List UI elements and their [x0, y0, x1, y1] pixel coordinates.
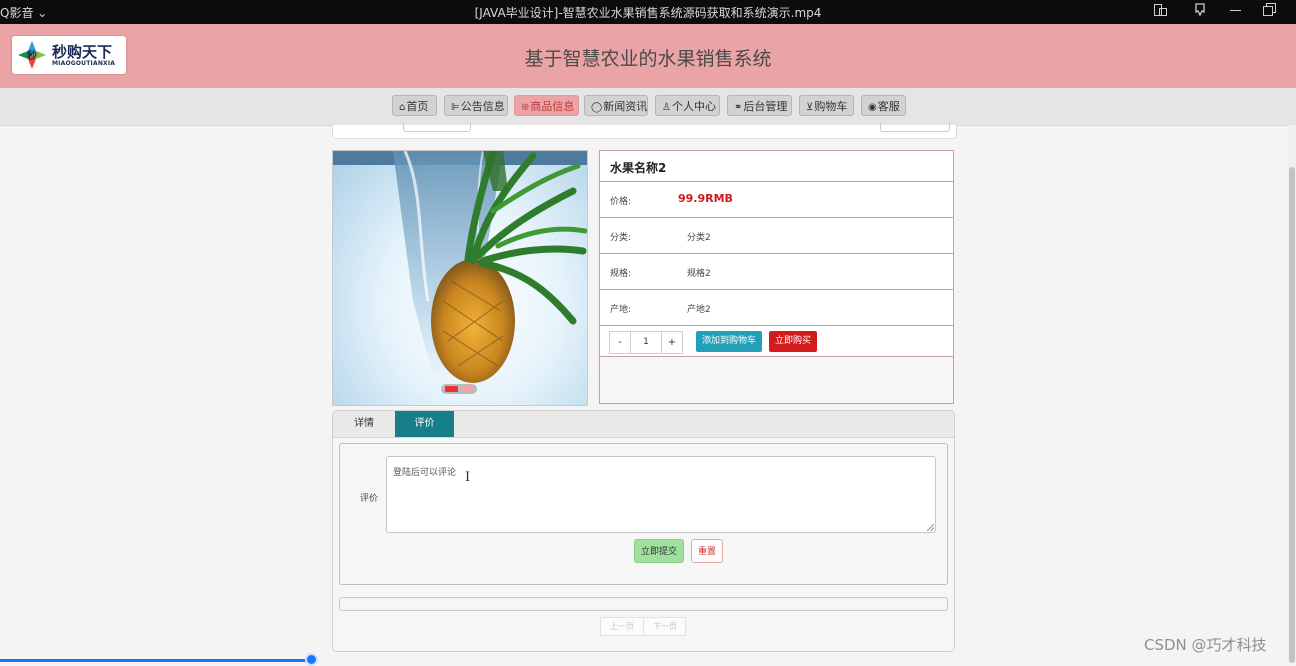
nav-products[interactable]: ⊛商品信息 — [514, 95, 579, 116]
add-to-cart-button[interactable]: 添加到购物车 — [696, 331, 762, 352]
main-nav: ⌂首页 ⊫公告信息 ⊛商品信息 ◯新闻资讯 ♙个人中心 ⚭后台管理 ⊻购物车 ◉… — [0, 88, 1296, 126]
megaphone-icon: ⊫ — [451, 102, 460, 113]
gift-icon: ⊛ — [521, 102, 530, 113]
origin-row: 产地: 产地2 — [600, 290, 953, 326]
origin-label: 产地: — [610, 305, 632, 315]
pin-icon[interactable] — [1192, 2, 1208, 18]
category-row: 分类: 分类2 — [600, 218, 953, 254]
pager-divider — [643, 618, 644, 635]
watermark: CSDN @巧才科技 — [1144, 636, 1267, 654]
detail-review-tabs: 详情 评价 评价 登陆后可以评论 I 立即提交 重置 上一页 下一页 — [332, 410, 955, 652]
submit-review-button[interactable]: 立即提交 — [634, 539, 684, 563]
carousel-dot[interactable] — [461, 386, 474, 392]
quantity-stepper: - 1 + — [609, 331, 683, 354]
pagination: 上一页 下一页 — [600, 617, 686, 636]
text-cursor-icon: I — [465, 470, 471, 485]
minimize-icon[interactable] — [1228, 2, 1244, 18]
product-info-panel: 水果名称2 价格: 99.9RMB 分类: 分类2 规格: 规格2 产地: 产地… — [599, 150, 954, 404]
nav-label: 客服 — [877, 100, 900, 113]
qty-increase-button[interactable]: + — [661, 332, 682, 353]
nav-cart[interactable]: ⊻购物车 — [799, 95, 854, 116]
player-title-bar: Q影音 ⌄ [JAVA毕业设计]-智慧农业水果销售系统源码获取和系统演示.mp4 — [0, 0, 1296, 24]
nav-support[interactable]: ◉客服 — [861, 95, 906, 116]
review-textarea[interactable]: 登陆后可以评论 I — [386, 456, 936, 533]
carousel-dot-active[interactable] — [445, 386, 458, 392]
nav-admin[interactable]: ⚭后台管理 — [727, 95, 792, 116]
product-image — [333, 151, 587, 383]
link-icon: ⚭ — [734, 102, 743, 113]
nav-label: 公告信息 — [460, 100, 505, 113]
spec-value: 规格2 — [687, 269, 711, 279]
qty-input[interactable]: 1 — [631, 332, 661, 353]
home-icon: ⌂ — [399, 102, 406, 113]
nav-label: 后台管理 — [743, 100, 788, 113]
cart-icon: ⊻ — [806, 102, 814, 113]
review-placeholder: 登陆后可以评论 — [393, 468, 457, 478]
site-title: 基于智慧农业的水果销售系统 — [524, 48, 772, 70]
category-label: 分类: — [610, 233, 632, 243]
search-strip — [332, 123, 957, 139]
tab-detail[interactable]: 详情 — [333, 411, 395, 437]
nav-label: 首页 — [406, 100, 429, 113]
chat-icon: ◯ — [591, 102, 603, 113]
nav-announcements[interactable]: ⊫公告信息 — [444, 95, 508, 116]
product-image-carousel[interactable] — [332, 150, 588, 406]
search-select[interactable] — [880, 123, 950, 132]
next-page-button[interactable]: 下一页 — [653, 621, 677, 632]
search-input[interactable] — [403, 123, 471, 132]
resize-handle-icon[interactable] — [927, 524, 934, 531]
nav-label: 商品信息 — [530, 100, 575, 113]
product-name: 水果名称2 — [610, 161, 667, 175]
product-name-row: 水果名称2 — [600, 151, 953, 182]
support-icon: ◉ — [868, 102, 877, 113]
buy-now-button[interactable]: 立即购买 — [769, 331, 817, 352]
purchase-row: - 1 + 添加到购物车 立即购买 — [600, 326, 953, 357]
nav-profile[interactable]: ♙个人中心 — [655, 95, 720, 116]
review-label: 评价 — [360, 494, 379, 504]
nav-label: 购物车 — [814, 100, 848, 113]
tab-review[interactable]: 评价 — [395, 411, 454, 437]
player-file-title: [JAVA毕业设计]-智慧农业水果销售系统源码获取和系统演示.mp4 — [474, 6, 822, 20]
review-form: 评价 登陆后可以评论 I 立即提交 重置 — [339, 443, 948, 585]
nav-home[interactable]: ⌂首页 — [392, 95, 437, 116]
price-label: 价格: — [610, 197, 632, 207]
video-progress-knob[interactable] — [305, 653, 318, 666]
nav-label: 新闻资讯 — [603, 100, 648, 113]
price-value: 99.9RMB — [678, 192, 733, 205]
nav-news[interactable]: ◯新闻资讯 — [584, 95, 648, 116]
comments-list — [339, 597, 948, 611]
miniplayer-icon[interactable] — [1152, 2, 1168, 18]
page-scrollbar-thumb[interactable] — [1289, 167, 1295, 663]
video-progress-bar[interactable] — [0, 659, 311, 662]
origin-value: 产地2 — [687, 305, 711, 315]
tab-bar: 详情 评价 — [333, 411, 954, 438]
prev-page-button[interactable]: 上一页 — [610, 621, 634, 632]
spec-row: 规格: 规格2 — [600, 254, 953, 290]
price-row: 价格: 99.9RMB — [600, 182, 953, 218]
qty-decrease-button[interactable]: - — [610, 332, 631, 353]
restore-icon[interactable] — [1262, 2, 1278, 18]
nav-label: 个人中心 — [671, 100, 716, 113]
reset-button[interactable]: 重置 — [691, 539, 723, 563]
carousel-indicator — [441, 384, 477, 394]
site-header: 秒 秒购天下 MIAOGOUTIANXIA 基于智慧农业的水果销售系统 — [0, 24, 1296, 88]
spec-label: 规格: — [610, 269, 632, 279]
user-icon: ♙ — [662, 102, 671, 113]
category-value: 分类2 — [687, 233, 711, 243]
